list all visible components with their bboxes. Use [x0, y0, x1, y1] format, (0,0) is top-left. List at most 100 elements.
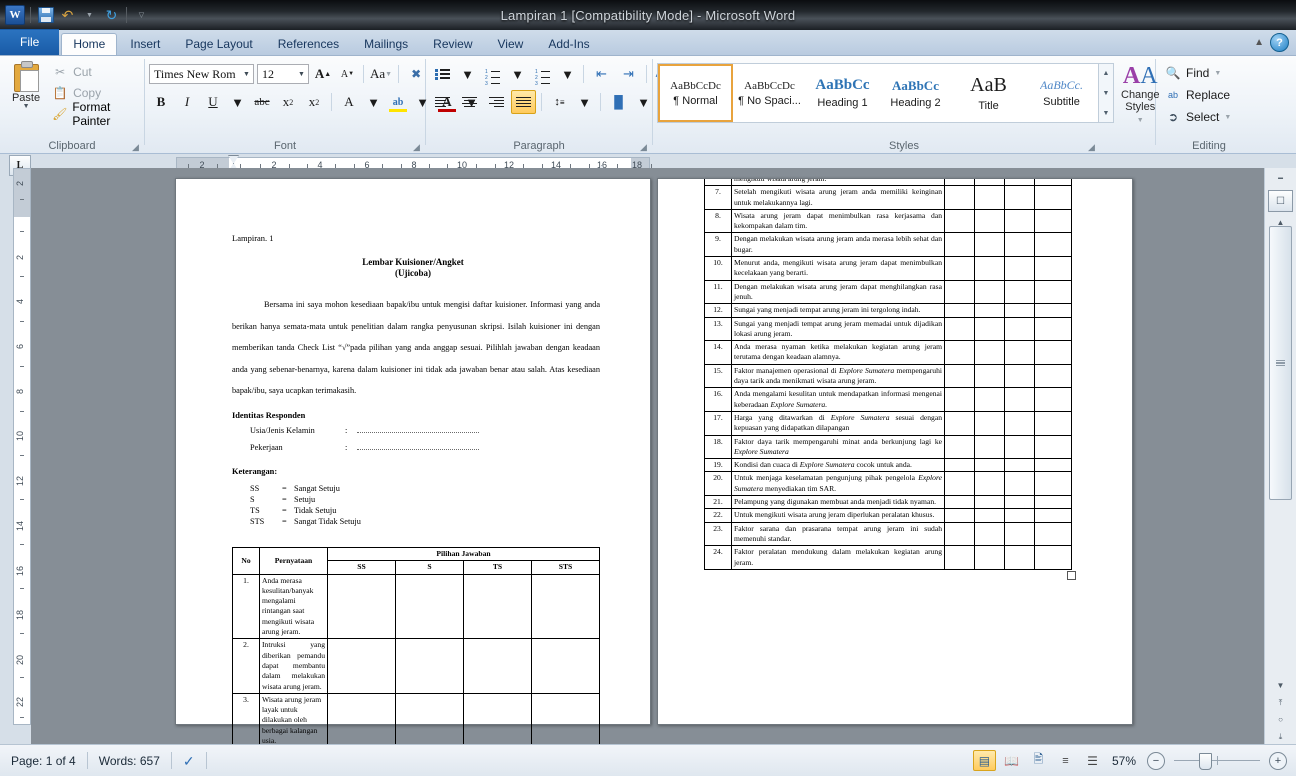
answer-cell-s[interactable] — [974, 208, 1005, 234]
table-row[interactable]: mengikuti wisata arung jeram. — [704, 179, 1072, 187]
answer-cell-ss[interactable] — [944, 508, 975, 523]
chevron-down-icon[interactable]: ▼ — [1214, 70, 1221, 77]
style-title[interactable]: AaB Title — [952, 64, 1025, 122]
underline-dropdown-icon[interactable]: ▼ — [227, 90, 248, 114]
word-count[interactable]: Words: 657 — [88, 751, 171, 771]
document-page-left[interactable]: Lampiran. 1 Lembar Kuisioner/Angket (Uji… — [175, 178, 651, 745]
answer-cell-sts[interactable] — [531, 638, 600, 694]
answer-cell-sts[interactable] — [1034, 279, 1072, 305]
answer-cell-ss[interactable] — [944, 545, 975, 570]
undo-dropdown-icon[interactable]: ▼ — [80, 6, 99, 25]
numbering-dropdown-icon[interactable]: ▼ — [507, 62, 528, 86]
table-row[interactable]: 14. Anda merasa nyaman ketika melakukan … — [704, 340, 1072, 365]
table-row[interactable]: 2. Intruksi yang diberikan pemandu dapat… — [232, 638, 600, 694]
change-case-button[interactable]: Aa ▼ — [369, 62, 393, 86]
answer-cell-ts[interactable] — [1004, 434, 1035, 460]
tab-home[interactable]: Home — [61, 33, 118, 55]
superscript-button[interactable]: x2 — [302, 90, 326, 114]
shrink-font-button[interactable]: A ▼ — [337, 62, 358, 86]
answer-cell-ss[interactable] — [944, 363, 975, 389]
chevron-down-icon[interactable]: ▼ — [1224, 114, 1231, 121]
zoom-level[interactable]: 57% — [1112, 754, 1136, 768]
align-center-button[interactable] — [457, 90, 482, 114]
view-outline-button[interactable]: ≡ — [1054, 750, 1077, 771]
table-row[interactable]: 22. Untuk mengikuti wisata arung jeram d… — [704, 508, 1072, 523]
answer-cell-s[interactable] — [395, 638, 464, 694]
answer-cell-ts[interactable] — [1004, 508, 1035, 523]
subscript-button[interactable]: x2 — [276, 90, 300, 114]
answer-cell-ss[interactable] — [944, 316, 975, 342]
align-right-button[interactable] — [484, 90, 509, 114]
answer-cell-s[interactable] — [974, 232, 1005, 258]
answer-cell-ts[interactable] — [1004, 458, 1035, 473]
answer-cell-ts[interactable] — [1004, 340, 1035, 365]
save-icon[interactable] — [36, 6, 55, 25]
table-row[interactable]: 23. Faktor sarana dan prasarana tempat a… — [704, 521, 1072, 547]
answer-cell-ts[interactable] — [1004, 185, 1035, 210]
answer-cell-ss[interactable] — [944, 495, 975, 510]
answer-cell-ts[interactable] — [1004, 495, 1035, 510]
answer-cell-s[interactable] — [974, 303, 1005, 318]
italic-button[interactable]: I — [175, 90, 199, 114]
answer-cell-sts[interactable] — [1034, 410, 1072, 436]
answer-cell-ss[interactable] — [327, 638, 396, 694]
tab-mailings[interactable]: Mailings — [352, 33, 420, 55]
underline-button[interactable]: U — [201, 90, 225, 114]
answer-cell-ts[interactable] — [1004, 232, 1035, 258]
answer-cell-s[interactable] — [974, 256, 1005, 281]
view-draft-button[interactable]: ☰ — [1081, 750, 1104, 771]
answer-cell-ts[interactable] — [1004, 521, 1035, 547]
answer-cell-ss[interactable] — [944, 410, 975, 436]
align-left-button[interactable] — [430, 90, 455, 114]
answer-cell-ts[interactable] — [1004, 316, 1035, 342]
answer-cell-sts[interactable] — [1034, 256, 1072, 281]
answer-cell-s[interactable] — [974, 495, 1005, 510]
answer-cell-sts[interactable] — [1034, 303, 1072, 318]
previous-page-icon[interactable]: ⤒ — [1265, 694, 1296, 711]
answer-cell-sts[interactable] — [1034, 363, 1072, 389]
answer-cell-ts[interactable] — [1004, 179, 1035, 187]
answer-cell-sts[interactable] — [1034, 179, 1072, 187]
tab-add-ins[interactable]: Add-Ins — [536, 33, 601, 55]
text-effects-dropdown-icon[interactable]: ▼ — [363, 90, 384, 114]
table-row[interactable]: 19. Kondisi dan cuaca di Explore Sumater… — [704, 458, 1072, 473]
line-spacing-dropdown-icon[interactable]: ▼ — [574, 90, 595, 114]
clipboard-dialog-launcher-icon[interactable]: ◢ — [130, 142, 141, 153]
help-icon[interactable]: ? — [1270, 33, 1289, 52]
answer-cell-ss[interactable] — [944, 256, 975, 281]
shading-button[interactable]: █ — [606, 90, 631, 114]
multilevel-list-button[interactable]: 123 — [530, 62, 555, 87]
answer-cell-sts[interactable] — [1034, 521, 1072, 547]
tab-insert[interactable]: Insert — [118, 33, 172, 55]
answer-cell-s[interactable] — [395, 692, 464, 745]
answer-cell-s[interactable] — [974, 185, 1005, 210]
split-window-icon[interactable]: ━ — [1265, 168, 1296, 187]
cut-button[interactable]: ✂ Cut — [48, 62, 140, 81]
styles-scrollbar[interactable]: ▲ ▼ ▼ — [1098, 64, 1113, 122]
table-row[interactable]: 13. Sungai yang menjadi tempat arung jer… — [704, 316, 1072, 342]
style-heading-1[interactable]: AaBbCс Heading 1 — [806, 64, 879, 122]
proofing-status-icon[interactable]: ✓ — [172, 751, 206, 771]
quick-access-toolbar[interactable]: W ↶ ▼ ↻ ▽ — [0, 0, 151, 30]
replace-button[interactable]: ab Replace — [1160, 85, 1236, 105]
answer-cell-ss[interactable] — [944, 303, 975, 318]
chevron-down-icon[interactable]: ▼ — [23, 103, 30, 110]
answer-cell-ss[interactable] — [944, 179, 975, 187]
bold-button[interactable]: B — [149, 90, 173, 114]
table-row[interactable]: 9. Dengan melakukan wisata arung jeram a… — [704, 232, 1072, 258]
select-browse-object-icon[interactable]: ○ — [1265, 711, 1296, 728]
table-row[interactable]: 1. Anda merasa kesulitan/banyak mengalam… — [232, 573, 600, 640]
tab-view[interactable]: View — [486, 33, 536, 55]
tab-page-layout[interactable]: Page Layout — [173, 33, 264, 55]
answer-cell-sts[interactable] — [1034, 471, 1072, 497]
bullets-button[interactable] — [430, 62, 455, 86]
answer-cell-s[interactable] — [974, 471, 1005, 497]
answer-cell-ts[interactable] — [1004, 363, 1035, 389]
answer-cell-sts[interactable] — [1034, 316, 1072, 342]
answer-cell-s[interactable] — [974, 363, 1005, 389]
paste-button[interactable]: Paste ▼ — [4, 59, 48, 110]
answer-cell-ts[interactable] — [1004, 387, 1035, 412]
answer-cell-ts[interactable] — [1004, 279, 1035, 305]
table-row[interactable]: 18. Faktor daya tarik mempengaruhi minat… — [704, 434, 1072, 460]
font-dialog-launcher-icon[interactable]: ◢ — [411, 142, 422, 153]
